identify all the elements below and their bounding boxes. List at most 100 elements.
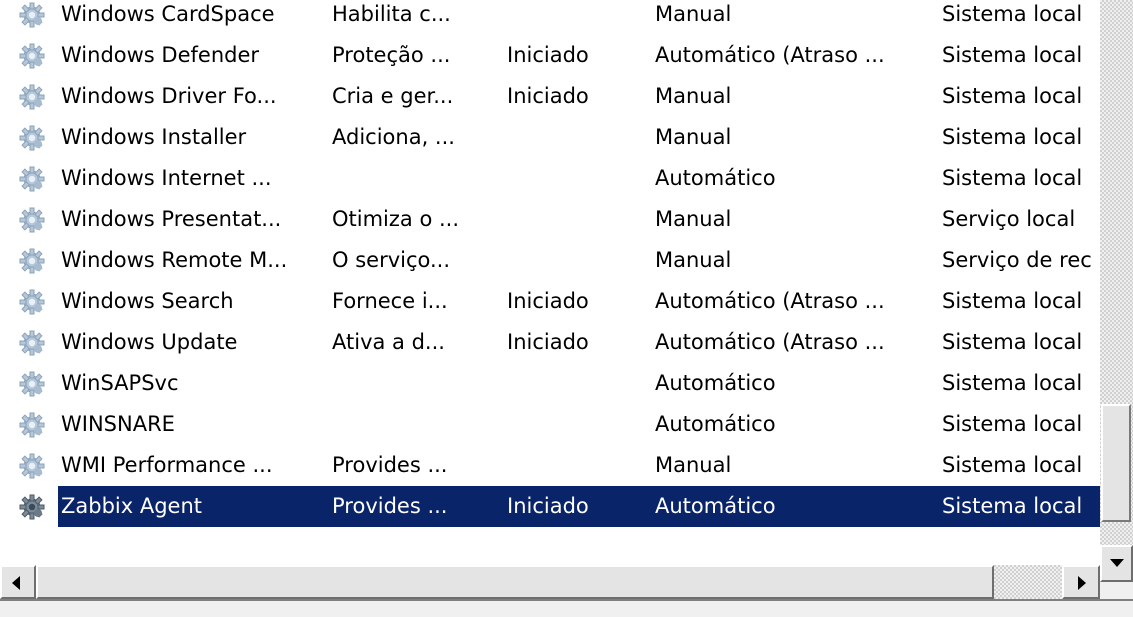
service-status [507,363,651,404]
service-logon-as: Sistema local [942,43,1083,67]
service-row[interactable]: Windows Installer Adiciona, ... Manual S… [0,117,1100,158]
arrow-down-icon [1110,559,1124,567]
service-gear-icon [19,2,45,28]
service-description: Adiciona, ... [332,125,455,149]
service-name: WinSAPSvc [61,371,179,395]
arrow-left-icon [12,576,20,590]
service-logon-as: Sistema local [942,453,1083,477]
service-description: Habilita c... [332,2,451,26]
service-startup-type: Manual [655,207,732,231]
service-status [507,445,651,486]
service-logon-as: Sistema local [942,330,1083,354]
service-name: Windows Update [61,330,238,354]
service-description: Otimiza o ... [332,207,460,231]
service-status: Iniciado [507,330,589,354]
services-list[interactable]: Windows CardSpace Habilita c... Manual S… [0,0,1100,560]
service-gear-icon [19,453,45,479]
service-row[interactable]: Windows Defender Proteção ... Iniciado A… [0,35,1100,76]
service-logon-as: Sistema local [942,412,1083,436]
service-row[interactable]: Windows CardSpace Habilita c... Manual S… [0,0,1100,35]
service-name: Windows CardSpace [61,2,275,26]
service-gear-icon [19,166,45,192]
service-logon-as: Serviço de rec [942,248,1092,272]
service-row[interactable]: Windows Presentat... Otimiza o ... Manua… [0,199,1100,240]
vertical-scrollbar[interactable] [1100,0,1133,582]
service-status: Iniciado [507,289,589,313]
service-status: Iniciado [507,43,589,67]
service-gear-icon [19,125,45,151]
service-status [507,0,651,35]
service-status: Iniciado [507,84,589,108]
service-status [507,117,651,158]
service-row[interactable]: Windows Update Ativa a d... Iniciado Aut… [0,322,1100,363]
service-gear-icon [19,330,45,356]
service-row[interactable]: WMI Performance ... Provides ... Manual … [0,445,1100,486]
vertical-scroll-thumb[interactable] [1101,404,1131,522]
service-gear-icon [19,371,45,397]
service-status [507,240,651,281]
service-row[interactable]: WinSAPSvc Automático Sistema local [0,363,1100,404]
service-logon-as: Sistema local [942,125,1083,149]
scroll-left-button[interactable] [0,565,36,599]
service-row[interactable]: Zabbix Agent Provides ... Iniciado Autom… [0,486,1100,527]
service-description [332,363,504,404]
service-startup-type: Manual [655,453,732,477]
service-logon-as: Sistema local [942,494,1083,518]
service-startup-type: Automático (Atraso ... [655,289,885,313]
service-startup-type: Automático [655,412,776,436]
service-name: Zabbix Agent [61,494,203,518]
service-name: Windows Defender [61,43,260,67]
service-name: Windows Driver Fo... [61,84,277,108]
service-name: Windows Remote M... [61,248,288,272]
service-startup-type: Automático (Atraso ... [655,330,885,354]
service-startup-type: Automático (Atraso ... [655,43,885,67]
service-status [507,158,651,199]
service-status [507,199,651,240]
service-description: Cria e ger... [332,84,454,108]
scroll-right-button[interactable] [1062,565,1100,599]
service-description [332,404,504,445]
service-startup-type: Automático [655,494,776,518]
service-logon-as: Sistema local [942,371,1083,395]
service-logon-as: Sistema local [942,166,1083,190]
service-description: Fornece i... [332,289,448,313]
service-name: Windows Search [61,289,234,313]
horizontal-scroll-thumb[interactable] [36,565,994,599]
service-description: Provides ... [332,453,448,477]
service-row[interactable]: Windows Driver Fo... Cria e ger... Inici… [0,76,1100,117]
service-description: Provides ... [332,494,448,518]
service-description: Ativa a d... [332,330,445,354]
scrollbar-corner [1100,582,1133,599]
service-logon-as: Sistema local [942,84,1083,108]
service-gear-icon [19,248,45,274]
service-logon-as: Sistema local [942,289,1083,313]
arrow-right-icon [1078,576,1086,590]
service-status: Iniciado [507,494,589,518]
window-bottom-edge [0,599,1133,617]
service-startup-type: Automático [655,371,776,395]
service-name: Windows Installer [61,125,247,149]
service-gear-icon [19,43,45,69]
service-description: O serviço... [332,248,451,272]
service-description [332,158,504,199]
service-name: WMI Performance ... [61,453,273,477]
service-gear-icon [19,412,45,438]
service-row[interactable]: Windows Remote M... O serviço... Manual … [0,240,1100,281]
service-name: Windows Presentat... [61,207,282,231]
service-startup-type: Automático [655,166,776,190]
service-gear-icon [19,207,45,233]
service-row[interactable]: WINSNARE Automático Sistema local [0,404,1100,445]
service-status [507,404,651,445]
service-row[interactable]: Windows Internet ... Automático Sistema … [0,158,1100,199]
service-description: Proteção ... [332,43,451,67]
service-gear-icon [19,289,45,315]
scroll-down-button[interactable] [1100,545,1133,582]
service-startup-type: Manual [655,84,732,108]
service-logon-as: Sistema local [942,2,1083,26]
service-name: WINSNARE [61,412,175,436]
service-logon-as: Serviço local [942,207,1076,231]
service-name: Windows Internet ... [61,166,272,190]
service-row[interactable]: Windows Search Fornece i... Iniciado Aut… [0,281,1100,322]
service-gear-icon [19,494,45,520]
service-startup-type: Manual [655,2,732,26]
